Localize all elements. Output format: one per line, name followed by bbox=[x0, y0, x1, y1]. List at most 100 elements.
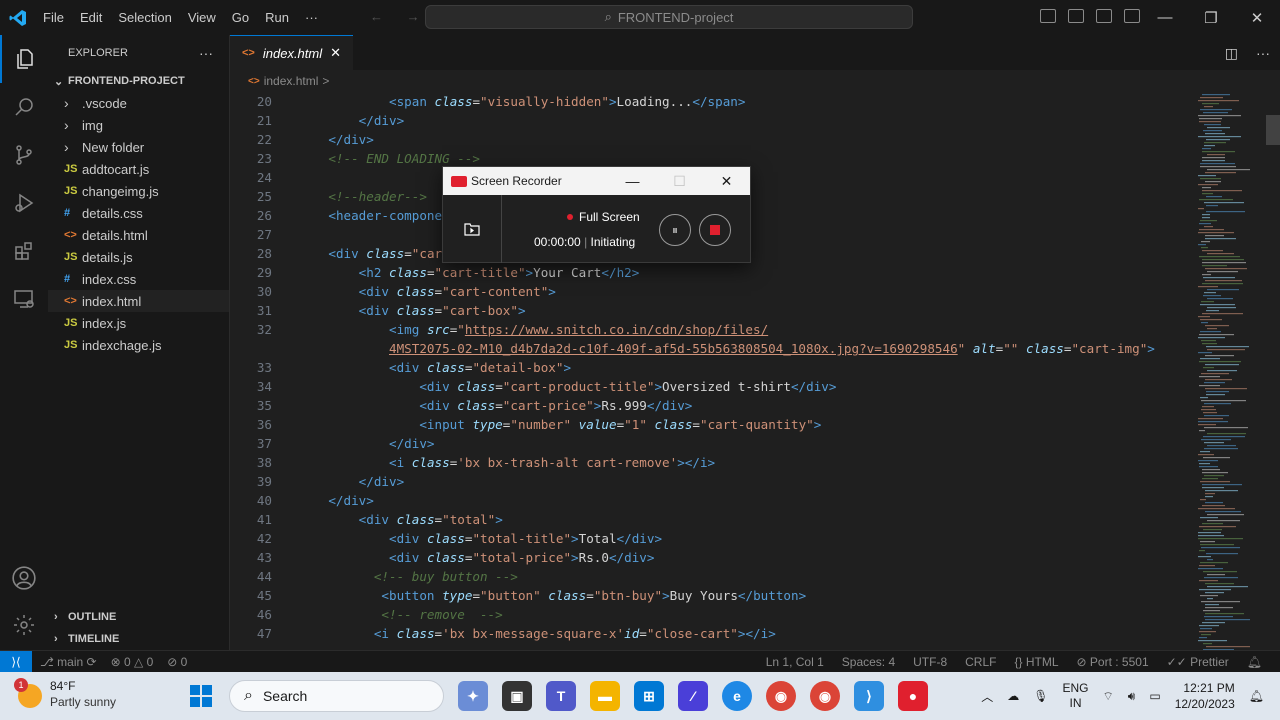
more-actions-button[interactable]: ··· bbox=[199, 45, 213, 61]
tree-item[interactable]: # details.css bbox=[48, 202, 229, 224]
tree-item[interactable]: JS indexchage.js bbox=[48, 334, 229, 356]
tree-item[interactable]: <> details.html bbox=[48, 224, 229, 246]
wifi-icon[interactable]: ⌔ bbox=[1103, 689, 1114, 704]
volume-icon[interactable]: 🔊︎ bbox=[1128, 689, 1136, 704]
command-center-search[interactable]: ⌕ FRONTEND-project bbox=[425, 5, 913, 29]
port-label: Port : 5501 bbox=[1089, 654, 1149, 669]
recorder-minimize-button[interactable]: — bbox=[609, 167, 656, 195]
app-icon[interactable]: ⁄ bbox=[678, 681, 708, 711]
minimap-line bbox=[1202, 217, 1210, 219]
customize-layout-icon[interactable] bbox=[1124, 9, 1140, 23]
menu-item-edit[interactable]: Edit bbox=[72, 10, 110, 25]
toggle-secondary-sidebar-icon[interactable] bbox=[1096, 9, 1112, 23]
end-of-line[interactable]: CRLF bbox=[965, 655, 996, 669]
chevron-up-icon[interactable]: ︿ bbox=[981, 688, 993, 705]
minimap-line bbox=[1205, 592, 1224, 594]
minimap-line bbox=[1198, 232, 1234, 234]
minimap-line bbox=[1203, 412, 1217, 414]
minimap-line bbox=[1198, 460, 1218, 462]
language-label: HTML bbox=[1025, 654, 1059, 669]
file-explorer-icon[interactable]: ▬ bbox=[590, 681, 620, 711]
tree-item[interactable]: JS changeimg.js bbox=[48, 180, 229, 202]
timeline-section[interactable]: › TIMELINE bbox=[48, 628, 230, 650]
microsoft-store-icon[interactable]: ⊞ bbox=[634, 681, 664, 711]
tree-item[interactable]: <> index.html bbox=[48, 290, 229, 312]
notifications-icon[interactable]: 🔔︎ bbox=[1247, 655, 1262, 669]
explorer-icon[interactable] bbox=[0, 35, 48, 83]
tree-item[interactable]: # index.css bbox=[48, 268, 229, 290]
nav-arrows[interactable]: ← → bbox=[370, 9, 430, 24]
tree-item-label: changeimg.js bbox=[82, 183, 159, 199]
teams-icon[interactable]: T bbox=[546, 681, 576, 711]
tree-item[interactable]: JS index.js bbox=[48, 312, 229, 334]
menu-item-view[interactable]: View bbox=[180, 10, 224, 25]
source-control-icon[interactable] bbox=[0, 131, 48, 179]
tree-item[interactable]: › .vscode bbox=[48, 92, 229, 114]
microphone-icon[interactable]: 🎙︎ bbox=[1033, 689, 1048, 703]
menu-item-[interactable]: ··· bbox=[297, 10, 326, 25]
minimap-line bbox=[1202, 523, 1223, 525]
tree-item[interactable]: › img bbox=[48, 114, 229, 136]
battery-icon[interactable]: ▭ bbox=[1149, 689, 1160, 703]
restore-button[interactable]: ❐ bbox=[1188, 0, 1234, 35]
cursor-position[interactable]: Ln 1, Col 1 bbox=[766, 655, 824, 669]
search-icon[interactable] bbox=[0, 83, 48, 131]
run-debug-icon[interactable] bbox=[0, 179, 48, 227]
stop-button[interactable] bbox=[699, 214, 731, 246]
start-button[interactable] bbox=[190, 685, 212, 712]
screen-recorder-taskbar-icon[interactable]: ● bbox=[898, 681, 928, 711]
close-button[interactable]: ✕ bbox=[1234, 0, 1280, 35]
tree-item[interactable]: JS details.js bbox=[48, 246, 229, 268]
ports-indicator[interactable]: ⊘ 0 bbox=[167, 655, 187, 669]
weather-widget[interactable]: 1 84°F Partly sunny bbox=[14, 678, 116, 710]
copilot-icon[interactable]: ✦ bbox=[458, 681, 488, 711]
edge-icon[interactable]: e bbox=[722, 681, 752, 711]
tree-item[interactable]: JS addtocart.js bbox=[48, 158, 229, 180]
tree-item[interactable]: › New folder bbox=[48, 136, 229, 158]
prettier-status[interactable]: ✓✓ Prettier bbox=[1167, 655, 1229, 669]
project-folder[interactable]: ⌄ FRONTEND-PROJECT bbox=[48, 70, 229, 92]
vertical-scrollbar[interactable] bbox=[1266, 115, 1280, 145]
recorder-maximize-button[interactable]: ☐ bbox=[656, 167, 703, 195]
chevron-right-icon: › bbox=[54, 611, 58, 623]
taskbar-search[interactable]: ⌕ Search bbox=[229, 680, 444, 712]
task-view-icon[interactable]: ▣ bbox=[502, 681, 532, 711]
menu-item-selection[interactable]: Selection bbox=[110, 10, 179, 25]
chrome-profile-icon[interactable]: ◉ bbox=[810, 681, 840, 711]
menu-item-run[interactable]: Run bbox=[257, 10, 297, 25]
branch-indicator[interactable]: ⎇ main ⟳ bbox=[40, 655, 97, 669]
menu-item-file[interactable]: File bbox=[35, 10, 72, 25]
language-mode[interactable]: {} HTML bbox=[1014, 655, 1058, 669]
account-icon[interactable] bbox=[0, 554, 48, 602]
split-editor-icon[interactable]: ◫ bbox=[1225, 45, 1238, 62]
toggle-sidebar-icon[interactable] bbox=[1040, 9, 1056, 23]
open-folder-button[interactable] bbox=[443, 195, 502, 263]
pause-button[interactable]: ⏸ bbox=[659, 214, 691, 246]
remote-indicator-icon[interactable]: ⟩⟨ bbox=[0, 650, 32, 673]
notification-bell-icon[interactable]: 🔔︎ bbox=[1249, 689, 1264, 703]
line-number: 26 bbox=[256, 208, 272, 223]
live-server-port[interactable]: ⊘ Port : 5501 bbox=[1077, 655, 1149, 669]
close-tab-icon[interactable]: ✕ bbox=[330, 45, 341, 61]
outline-section[interactable]: › OUTLINE bbox=[48, 606, 230, 628]
indentation[interactable]: Spaces: 4 bbox=[842, 655, 895, 669]
remote-explorer-icon[interactable] bbox=[0, 275, 48, 323]
tab-index-html[interactable]: <> index.html ✕ bbox=[230, 35, 354, 70]
clock[interactable]: 12:21 PM 12/20/2023 bbox=[1175, 680, 1235, 712]
settings-gear-icon[interactable] bbox=[0, 601, 48, 649]
more-actions-icon[interactable]: ··· bbox=[1256, 45, 1270, 62]
language-indicator[interactable]: ENG IN bbox=[1063, 681, 1089, 711]
encoding[interactable]: UTF-8 bbox=[913, 655, 947, 669]
onedrive-icon[interactable]: ☁ bbox=[1007, 689, 1019, 703]
vscode-taskbar-icon[interactable]: ⟩ bbox=[854, 681, 884, 711]
menu-item-go[interactable]: Go bbox=[224, 10, 257, 25]
code-line: <!-- remove --> bbox=[381, 607, 503, 622]
breadcrumb-file[interactable]: index.html bbox=[264, 74, 319, 88]
extensions-icon[interactable] bbox=[0, 227, 48, 275]
problems-indicator[interactable]: ⊗ 0 △ 0 bbox=[111, 655, 154, 669]
minimize-button[interactable]: — bbox=[1142, 0, 1188, 35]
chrome-icon[interactable]: ◉ bbox=[766, 681, 796, 711]
recorder-close-button[interactable]: ✕ bbox=[703, 167, 750, 195]
toggle-panel-icon[interactable] bbox=[1068, 9, 1084, 23]
minimap[interactable] bbox=[1194, 92, 1266, 650]
